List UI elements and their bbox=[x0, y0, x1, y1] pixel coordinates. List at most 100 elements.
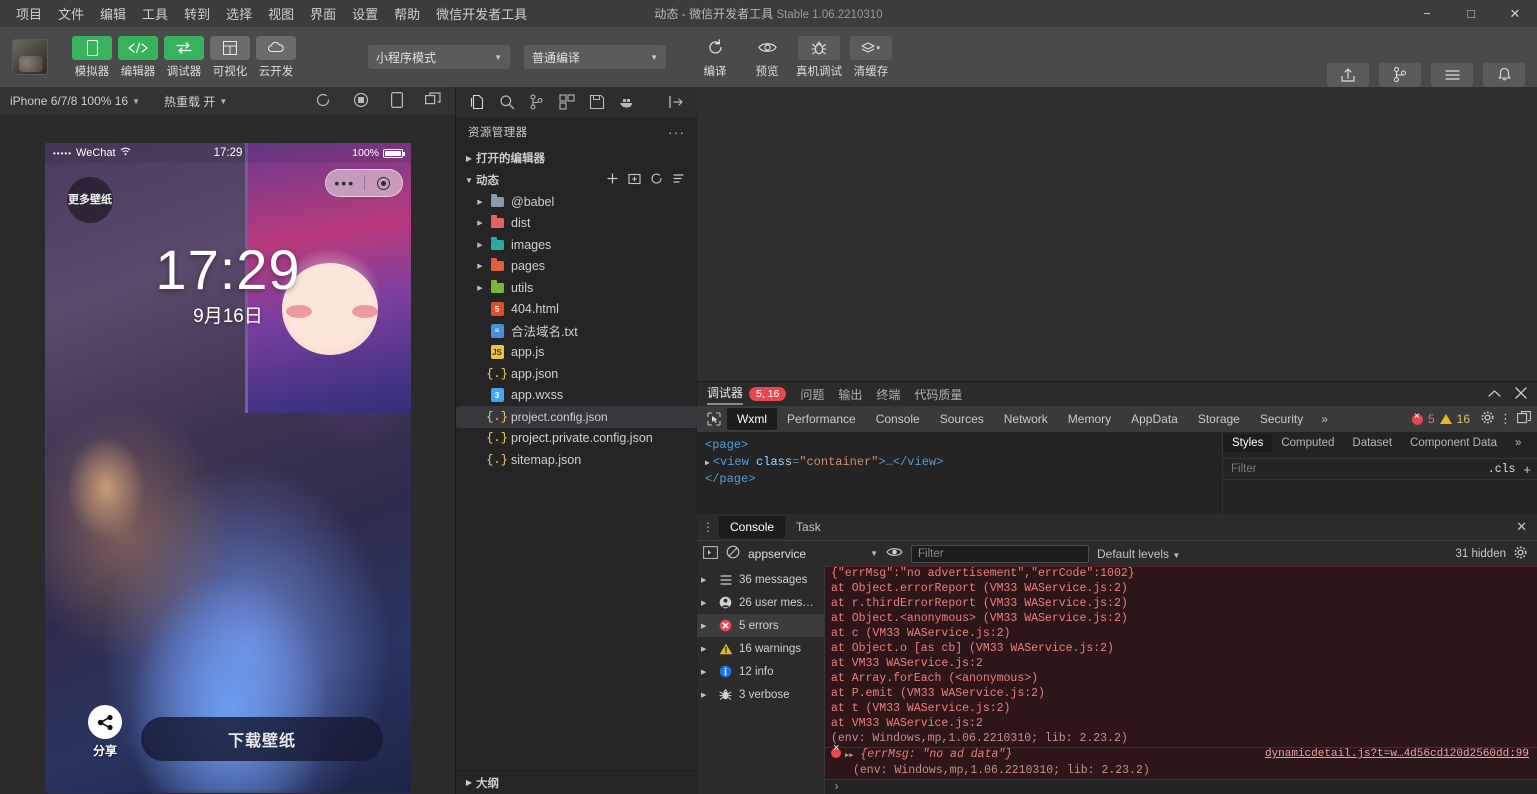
collapse-all-icon[interactable] bbox=[672, 172, 685, 188]
tab-storage[interactable]: Storage bbox=[1188, 408, 1250, 430]
tab-dataset[interactable]: Dataset bbox=[1343, 434, 1401, 452]
console-settings-gear-icon[interactable] bbox=[1514, 546, 1531, 562]
tab-problems[interactable]: 问题 bbox=[800, 386, 824, 403]
tree-item-sitemap-json[interactable]: ▶ {.} sitemap.json bbox=[456, 449, 697, 471]
menu-item-file[interactable]: 文件 bbox=[50, 1, 92, 26]
menu-item-goto[interactable]: 转到 bbox=[176, 1, 218, 26]
tab-debugger[interactable]: 调试器 bbox=[707, 384, 744, 405]
console-eye-icon[interactable] bbox=[886, 546, 903, 561]
rotate-device-icon[interactable] bbox=[391, 91, 404, 111]
tab-security[interactable]: Security bbox=[1250, 408, 1313, 430]
compile-button[interactable]: 编译 bbox=[694, 36, 736, 79]
tab-styles[interactable]: Styles bbox=[1223, 434, 1273, 452]
chevron-right-icon[interactable]: ▶ bbox=[472, 198, 488, 206]
close-drawer-icon[interactable]: ✕ bbox=[1516, 519, 1537, 535]
element-picker-icon[interactable] bbox=[701, 412, 727, 426]
device-select[interactable]: iPhone 6/7/8 100% 16 bbox=[10, 94, 128, 108]
tree-item-pages[interactable]: ▶ pages bbox=[456, 256, 697, 278]
close-button[interactable]: ✕ bbox=[1493, 0, 1537, 27]
tree-item-legal-domain-txt[interactable]: ▶ ≡ 合法域名.txt bbox=[456, 320, 697, 342]
files-icon[interactable] bbox=[466, 91, 488, 113]
wxml-tree[interactable]: <page> ▶ <view class="container">…</view>… bbox=[697, 432, 1222, 514]
save-icon[interactable] bbox=[586, 91, 608, 113]
menu-item-interface[interactable]: 界面 bbox=[302, 1, 344, 26]
new-folder-icon[interactable] bbox=[628, 172, 641, 188]
outline-section[interactable]: ▶ 大纲 bbox=[456, 770, 697, 794]
tab-console[interactable]: Console bbox=[719, 516, 786, 538]
console-context-select[interactable]: appservice ▼ bbox=[748, 545, 878, 563]
mode-select[interactable]: 小程序模式 ▼ bbox=[368, 45, 510, 69]
chevron-right-icon[interactable]: ▶ bbox=[472, 284, 488, 292]
tree-item-project-config-json[interactable]: ▶ {.} project.config.json bbox=[456, 406, 697, 428]
menu-item-view[interactable]: 视图 bbox=[260, 1, 302, 26]
close-capsule-icon[interactable] bbox=[365, 176, 403, 190]
toggle-simulator[interactable]: 模拟器 bbox=[72, 35, 112, 79]
console-filter-errors[interactable]: ▶ 5 errors bbox=[697, 614, 824, 637]
more-tabs-icon[interactable]: » bbox=[1313, 412, 1336, 426]
console-log[interactable]: {"errMsg":"no advertisement","errCode":1… bbox=[825, 566, 1537, 794]
search-icon[interactable] bbox=[496, 91, 518, 113]
console-error-entry-2[interactable]: ▶▶ {errMsg: "no ad data"} dynamicdetail.… bbox=[825, 744, 1537, 780]
toggle-editor[interactable]: 编辑器 bbox=[118, 35, 158, 79]
toggle-visualization[interactable]: 可视化 bbox=[210, 35, 250, 79]
record-icon[interactable] bbox=[353, 92, 369, 111]
tree-item-app-js[interactable]: ▶ JS app.js bbox=[456, 342, 697, 364]
tree-item-utils[interactable]: ▶ utils bbox=[456, 277, 697, 299]
new-file-icon[interactable] bbox=[606, 172, 619, 188]
real-device-debug-button[interactable]: 真机调试 bbox=[796, 35, 842, 79]
chevron-right-icon[interactable]: ▶ bbox=[705, 459, 710, 468]
console-filter-verbose[interactable]: ▶ 3 verbose bbox=[697, 683, 824, 706]
chevron-right-icon[interactable]: ▶ bbox=[472, 241, 488, 249]
console-filter-warnings[interactable]: ▶ 16 warnings bbox=[697, 637, 824, 660]
warning-count[interactable]: 16 bbox=[1457, 412, 1470, 426]
refresh-icon[interactable] bbox=[650, 172, 663, 188]
editor-area[interactable] bbox=[697, 87, 1537, 381]
preview-button[interactable]: 预览 bbox=[746, 36, 788, 79]
explorer-more-icon[interactable]: ··· bbox=[668, 124, 685, 140]
chevron-right-icon[interactable]: ▶ bbox=[472, 219, 488, 227]
tab-output[interactable]: 输出 bbox=[838, 386, 862, 403]
chevron-right-icon[interactable]: ▶ bbox=[472, 262, 488, 270]
clear-cache-button[interactable]: ▾ 清缓存 bbox=[850, 35, 892, 79]
console-filter-input[interactable]: Filter bbox=[911, 544, 1089, 563]
tab-component-data[interactable]: Component Data bbox=[1401, 434, 1506, 452]
tab-wxml[interactable]: Wxml bbox=[727, 408, 777, 430]
settings-gear-icon[interactable] bbox=[1475, 411, 1494, 427]
extensions-icon[interactable] bbox=[556, 91, 578, 113]
new-style-rule-icon[interactable]: + bbox=[1523, 462, 1537, 477]
styles-filter-input[interactable]: Filter bbox=[1223, 463, 1257, 475]
menu-item-select[interactable]: 选择 bbox=[218, 1, 260, 26]
tab-performance[interactable]: Performance bbox=[777, 408, 866, 430]
toggle-debugger[interactable]: 调试器 bbox=[164, 35, 204, 79]
tree-item-dist[interactable]: ▶ dist bbox=[456, 213, 697, 235]
console-error2-source-link[interactable]: dynamicdetail.js?t=w…4d56cd120d2560dd:99 bbox=[1265, 748, 1529, 760]
dock-side-icon[interactable] bbox=[1517, 411, 1531, 427]
more-dots-icon[interactable]: ••• bbox=[326, 175, 364, 191]
chevron-up-icon[interactable] bbox=[1488, 387, 1501, 401]
tab-network[interactable]: Network bbox=[994, 408, 1058, 430]
avatar[interactable] bbox=[12, 39, 48, 75]
docker-icon[interactable] bbox=[616, 91, 638, 113]
toggle-cloud[interactable]: 云开发 bbox=[256, 35, 296, 79]
menu-item-help[interactable]: 帮助 bbox=[386, 1, 428, 26]
wechat-capsule-menu[interactable]: ••• bbox=[325, 169, 403, 197]
console-filter-messages[interactable]: ▶ 36 messages bbox=[697, 568, 824, 591]
console-levels-select[interactable]: Default levels ▼ bbox=[1097, 547, 1180, 561]
kebab-menu-icon[interactable]: ⋮ bbox=[1499, 412, 1512, 425]
console-sidebar-toggle-icon[interactable] bbox=[703, 545, 718, 562]
compile-select[interactable]: 普通编译 ▼ bbox=[524, 45, 666, 69]
error-count[interactable]: 5 bbox=[1428, 412, 1435, 426]
hot-reload-select[interactable]: 热重载 开 bbox=[164, 93, 215, 110]
console-prompt[interactable]: › bbox=[825, 780, 1537, 794]
tree-item-babel[interactable]: ▶ @babel bbox=[456, 191, 697, 213]
tree-item-404-html[interactable]: ▶ 5 404.html bbox=[456, 299, 697, 321]
download-wallpaper-button[interactable]: 下载壁纸 bbox=[141, 717, 383, 761]
console-filter-info[interactable]: ▶ 12 info bbox=[697, 660, 824, 683]
tab-computed[interactable]: Computed bbox=[1272, 434, 1343, 452]
tab-task[interactable]: Task bbox=[785, 516, 832, 538]
source-control-icon[interactable] bbox=[526, 91, 548, 113]
phone-screen[interactable]: ••••• WeChat 17:29 100% ••• 更多 壁纸 17:29 … bbox=[45, 143, 411, 793]
tab-sources[interactable]: Sources bbox=[930, 408, 994, 430]
tree-item-images[interactable]: ▶ images bbox=[456, 234, 697, 256]
kebab-menu-icon[interactable]: ⋮ bbox=[697, 520, 719, 534]
